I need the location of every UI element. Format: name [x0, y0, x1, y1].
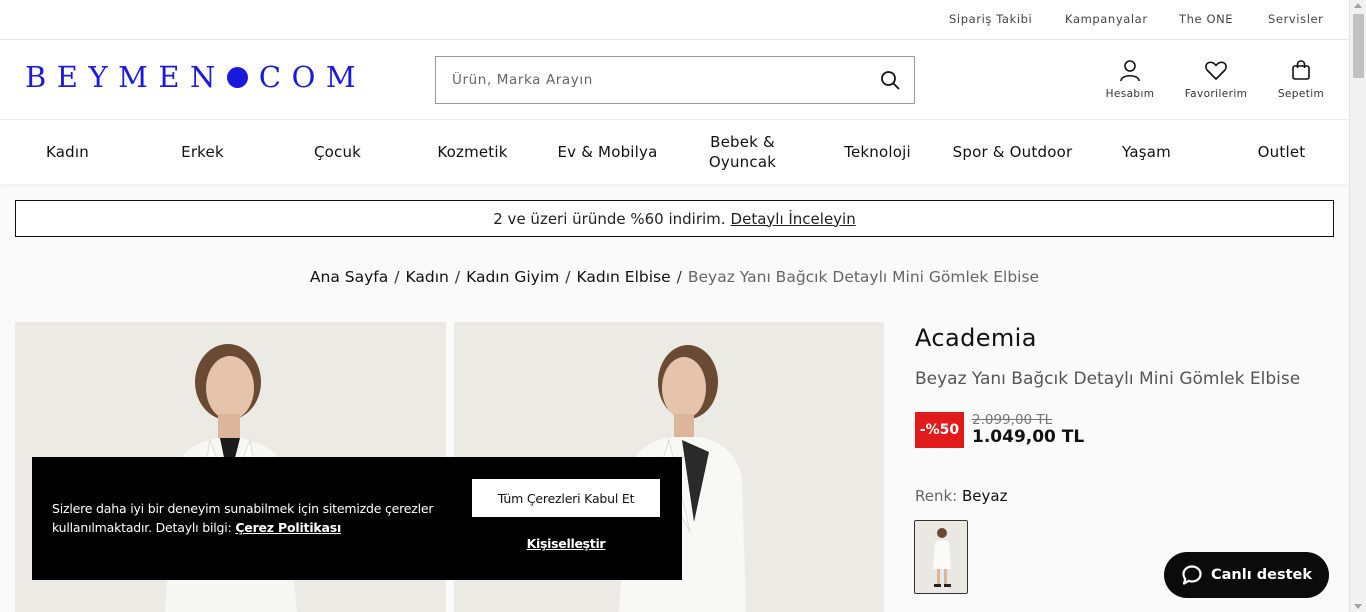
- breadcrumb-separator: /: [454, 268, 461, 286]
- breadcrumb-separator: /: [676, 268, 682, 286]
- cookie-text-block: Sizlere daha iyi bir deneyim sunabilmek …: [52, 499, 452, 537]
- page: Sipariş Takibi Kampanyalar The ONE Servi…: [0, 0, 1366, 612]
- swatch-thumbnail-image: [915, 521, 967, 593]
- nav-item-bebek-oyuncak[interactable]: Bebek & Oyuncak: [675, 120, 810, 184]
- breadcrumb-kadin-giyim[interactable]: Kadın Giyim: [466, 268, 559, 286]
- breadcrumb-kadin[interactable]: Kadın: [405, 268, 448, 286]
- heart-icon: [1205, 61, 1227, 80]
- cookie-policy-link[interactable]: Çerez Politikası: [235, 520, 341, 535]
- beymen-logo[interactable]: BEYMEN COM: [25, 60, 367, 94]
- product-name: Beyaz Yanı Bağcık Detaylı Mini Gömlek El…: [915, 369, 1301, 389]
- logo-text-right: COM: [258, 60, 367, 94]
- accept-all-cookies-button[interactable]: Tüm Çerezleri Kabul Et: [472, 479, 660, 517]
- breadcrumb-separator: /: [394, 268, 400, 286]
- account-label: Hesabım: [1105, 88, 1155, 100]
- cart-button[interactable]: Sepetim: [1265, 58, 1337, 100]
- the-one-link[interactable]: The ONE: [1179, 12, 1233, 26]
- page-scrollbar[interactable]: [1349, 0, 1366, 612]
- color-value: Beyaz: [962, 487, 1008, 505]
- live-support-button[interactable]: Canlı destek: [1164, 552, 1329, 598]
- search-box: [435, 56, 915, 104]
- shopping-bag-icon: [1292, 60, 1310, 80]
- scrollbar-thumb[interactable]: [1353, 14, 1364, 78]
- promo-details-link[interactable]: Detaylı İnceleyin: [731, 210, 856, 228]
- top-utility-bar: Sipariş Takibi Kampanyalar The ONE Servi…: [0, 0, 1349, 40]
- favorites-button[interactable]: Favorilerim: [1180, 58, 1252, 100]
- current-price: 1.049,00 TL: [972, 427, 1085, 447]
- search-icon[interactable]: [880, 70, 900, 90]
- breadcrumb-separator: /: [565, 268, 571, 286]
- category-nav: Kadın Erkek Çocuk Kozmetik Ev & Mobilya …: [0, 120, 1349, 184]
- nav-item-yasam[interactable]: Yaşam: [1079, 120, 1214, 184]
- logo-dot-icon: [226, 66, 248, 88]
- nav-item-spor-outdoor[interactable]: Spor & Outdoor: [945, 120, 1080, 184]
- user-icon: [1120, 60, 1140, 82]
- nav-item-outlet[interactable]: Outlet: [1214, 120, 1349, 184]
- account-button[interactable]: Hesabım: [1094, 58, 1166, 100]
- customize-cookies-link[interactable]: Kişiselleştir: [472, 536, 660, 551]
- scroll-up-arrow-icon[interactable]: [1354, 3, 1362, 8]
- header: BEYMEN COM Hesabım Favorilerim: [0, 40, 1349, 120]
- cookie-consent-banner: Sizlere daha iyi bir deneyim sunabilmek …: [32, 457, 682, 580]
- breadcrumb-kadin-elbise[interactable]: Kadın Elbise: [577, 268, 671, 286]
- campaigns-link[interactable]: Kampanyalar: [1065, 12, 1148, 26]
- promo-text: 2 ve üzeri üründe %60 indirim.: [493, 209, 726, 228]
- services-link[interactable]: Servisler: [1268, 12, 1324, 26]
- product-brand[interactable]: Academia: [915, 324, 1037, 352]
- breadcrumb-current: Beyaz Yanı Bağcık Detaylı Mini Gömlek El…: [687, 268, 1040, 286]
- color-label-text: Renk:: [915, 487, 958, 505]
- color-label: Renk: Beyaz: [915, 487, 1007, 505]
- color-swatch-white[interactable]: [914, 520, 968, 594]
- scroll-down-arrow-icon[interactable]: [1354, 604, 1362, 609]
- nav-item-cocuk[interactable]: Çocuk: [270, 120, 405, 184]
- nav-item-kozmetik[interactable]: Kozmetik: [405, 120, 540, 184]
- logo-text-left: BEYMEN: [25, 60, 226, 94]
- nav-item-kadin[interactable]: Kadın: [0, 120, 135, 184]
- favorites-label: Favorilerim: [1184, 88, 1248, 100]
- discount-badge: -%50: [915, 412, 964, 448]
- nav-item-ev-mobilya[interactable]: Ev & Mobilya: [540, 120, 675, 184]
- chat-bubble-icon: [1182, 565, 1202, 585]
- breadcrumb-home[interactable]: Ana Sayfa: [310, 268, 388, 286]
- search-input[interactable]: [452, 57, 872, 103]
- live-support-label: Canlı destek: [1211, 567, 1312, 583]
- promo-banner: 2 ve üzeri üründe %60 indirim. Detaylı İ…: [15, 200, 1334, 237]
- cart-label: Sepetim: [1277, 88, 1325, 100]
- order-tracking-link[interactable]: Sipariş Takibi: [949, 12, 1032, 26]
- old-price: 2.099,00 TL: [972, 412, 1053, 428]
- nav-item-teknoloji[interactable]: Teknoloji: [810, 120, 945, 184]
- breadcrumb: Ana Sayfa / Kadın / Kadın Giyim / Kadın Elbise…: [0, 268, 1349, 286]
- nav-item-erkek[interactable]: Erkek: [135, 120, 270, 184]
